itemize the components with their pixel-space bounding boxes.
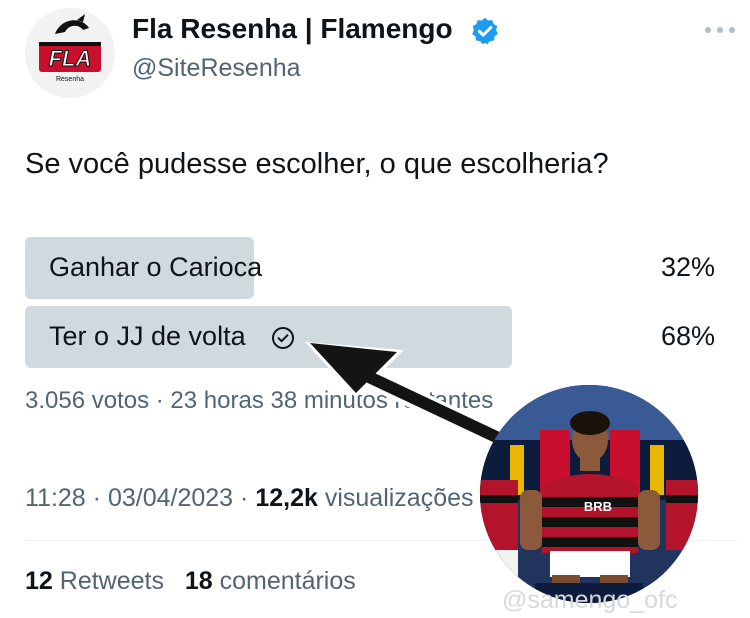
poll-option-label: Ter o JJ de volta [49,321,246,351]
timestamp-row: 11:28 · 03/04/2023 · 12,2k visualizações [25,484,474,513]
player-photo: BRB [480,385,698,603]
poll-option-percent: 32% [660,252,715,282]
check-circle-icon [272,327,294,349]
fla-resenha-logo: FLA Resenha [25,8,115,98]
avatar[interactable]: FLA Resenha [25,8,115,98]
views-count: 12,2k [255,484,318,512]
views-label: visualizações [324,484,474,512]
tweet-text: Se você pudesse escolher, o que escolher… [25,148,609,180]
tweet-date[interactable]: 03/04/2023 [108,484,233,512]
separator: · [92,484,108,512]
retweets-link[interactable]: 12 Retweets [25,567,164,595]
stats-row: 12 Retweets 18 comentários [25,567,356,596]
handle[interactable]: @SiteResenha [132,54,301,83]
poll-option-percent: 68% [660,321,715,351]
player-illustration: BRB [480,385,698,603]
comments-label: comentários [219,567,356,595]
retweets-count: 12 [25,567,53,595]
comments-link[interactable]: 18 comentários [185,567,356,595]
poll-meta: 3.056 votos · 23 horas 38 minutos restan… [25,387,494,414]
display-name[interactable]: Fla Resenha | Flamengo [132,13,453,45]
svg-text:FLA: FLA [49,46,92,71]
tweet-time[interactable]: 11:28 [25,484,86,512]
comments-count: 18 [184,567,213,595]
svg-text:Resenha: Resenha [56,76,84,83]
verified-badge-icon [472,17,498,45]
watermark: @samengo_ofc [502,586,678,614]
more-horizontal-icon[interactable] [702,22,738,38]
retweets-label: Retweets [59,567,164,595]
separator: · [240,484,256,512]
svg-text:BRB: BRB [584,499,612,514]
poll-option-label: Ganhar o Carioca [49,252,263,282]
